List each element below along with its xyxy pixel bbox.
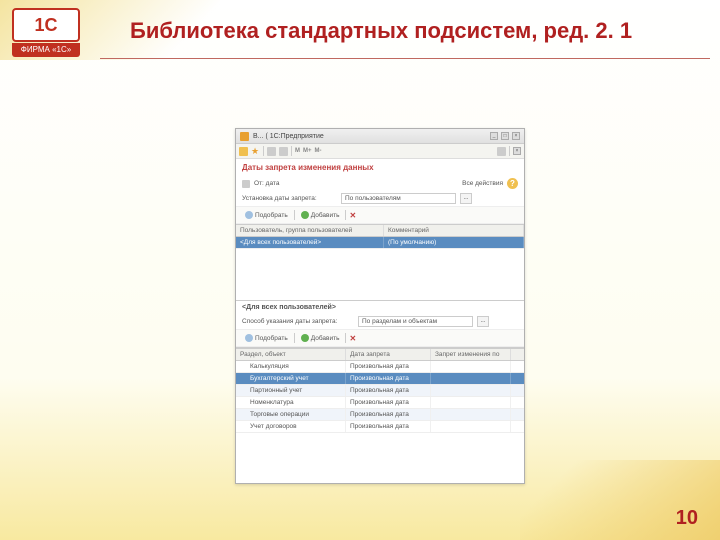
col-comment: Комментарий xyxy=(384,225,524,236)
app-icon xyxy=(240,132,249,141)
toolbar: ★ M M+ M- × xyxy=(236,144,524,159)
users-toolbar: Подобрать Добавить ✕ xyxy=(236,206,524,224)
page-title: Библиотека стандартных подсистем, ред. 2… xyxy=(130,18,632,44)
col-section: Раздел, объект xyxy=(236,349,346,360)
users-grid-row-selected[interactable]: <Для всех пользователей> (По умолчанию) xyxy=(236,237,524,249)
table-row[interactable]: Калькуляция Произвольная дата xyxy=(236,361,524,373)
window-title: В... ( 1С:Предприятие xyxy=(253,133,490,140)
favorite-icon[interactable]: ★ xyxy=(251,147,260,156)
logo-label: ФИРМА «1С» xyxy=(12,43,80,57)
col-lock: Запрет изменения по xyxy=(431,349,511,360)
table-row[interactable]: Торговые операции Произвольная дата xyxy=(236,409,524,421)
inner-close-button[interactable]: × xyxy=(513,147,521,155)
select-button-2[interactable]: Подобрать xyxy=(242,333,291,343)
toolbar-mminus[interactable]: M- xyxy=(315,148,322,154)
minimize-button[interactable]: _ xyxy=(490,132,498,140)
logo-text: 1С xyxy=(34,15,57,36)
close-button[interactable]: × xyxy=(512,132,520,140)
setup-dots-button[interactable]: ... xyxy=(460,193,472,204)
subsection-label: <Для всех пользователей> xyxy=(236,301,524,314)
date-icon xyxy=(242,180,250,188)
delete-icon-2[interactable]: ✕ xyxy=(349,334,356,343)
users-grid-header: Пользователь, группа пользователей Комме… xyxy=(236,224,524,237)
title-rule xyxy=(100,58,710,59)
add-button[interactable]: Добавить xyxy=(298,210,343,220)
toolbar-icon-1[interactable] xyxy=(239,147,248,156)
setup-combo[interactable]: По пользователям xyxy=(341,193,456,204)
select-button[interactable]: Подобрать xyxy=(242,210,291,220)
delete-icon[interactable]: ✕ xyxy=(349,211,356,220)
date-label: От: дата xyxy=(254,180,279,187)
add-button-2[interactable]: Добавить xyxy=(298,333,343,343)
toolbar-m[interactable]: M xyxy=(295,148,300,154)
toolbar-icon-2[interactable] xyxy=(267,147,276,156)
sections-grid-header: Раздел, объект Дата запрета Запрет измен… xyxy=(236,348,524,361)
all-actions-link[interactable]: Все действия xyxy=(462,180,503,187)
table-row[interactable]: Партионный учет Произвольная дата xyxy=(236,385,524,397)
page-number: 10 xyxy=(676,507,698,530)
table-row[interactable]: Учет договоров Произвольная дата xyxy=(236,421,524,433)
window-titlebar: В... ( 1С:Предприятие _ □ × xyxy=(236,129,524,144)
app-window: В... ( 1С:Предприятие _ □ × ★ M M+ M- × … xyxy=(235,128,525,484)
help-icon[interactable]: ? xyxy=(507,178,518,189)
col-user: Пользователь, группа пользователей xyxy=(236,225,384,236)
form-title: Даты запрета изменения данных xyxy=(236,159,524,176)
method-label: Способ указания даты запрета: xyxy=(242,318,354,325)
users-grid-body[interactable] xyxy=(236,249,524,301)
toolbar-icon-4[interactable] xyxy=(497,147,506,156)
maximize-button[interactable]: □ xyxy=(501,132,509,140)
logo: 1С ФИРМА «1С» xyxy=(12,8,80,58)
table-row-selected[interactable]: Бухгалтерский учет Произвольная дата xyxy=(236,373,524,385)
table-row[interactable]: Номенклатура Произвольная дата xyxy=(236,397,524,409)
method-dots-button[interactable]: ... xyxy=(477,316,489,327)
col-date: Дата запрета xyxy=(346,349,431,360)
method-combo[interactable]: По разделам и объектам xyxy=(358,316,473,327)
sections-toolbar: Подобрать Добавить ✕ xyxy=(236,329,524,347)
sections-grid: Раздел, объект Дата запрета Запрет измен… xyxy=(236,347,524,433)
setup-label: Установка даты запрета: xyxy=(242,195,337,202)
toolbar-icon-3[interactable] xyxy=(279,147,288,156)
toolbar-mplus[interactable]: M+ xyxy=(303,148,312,154)
